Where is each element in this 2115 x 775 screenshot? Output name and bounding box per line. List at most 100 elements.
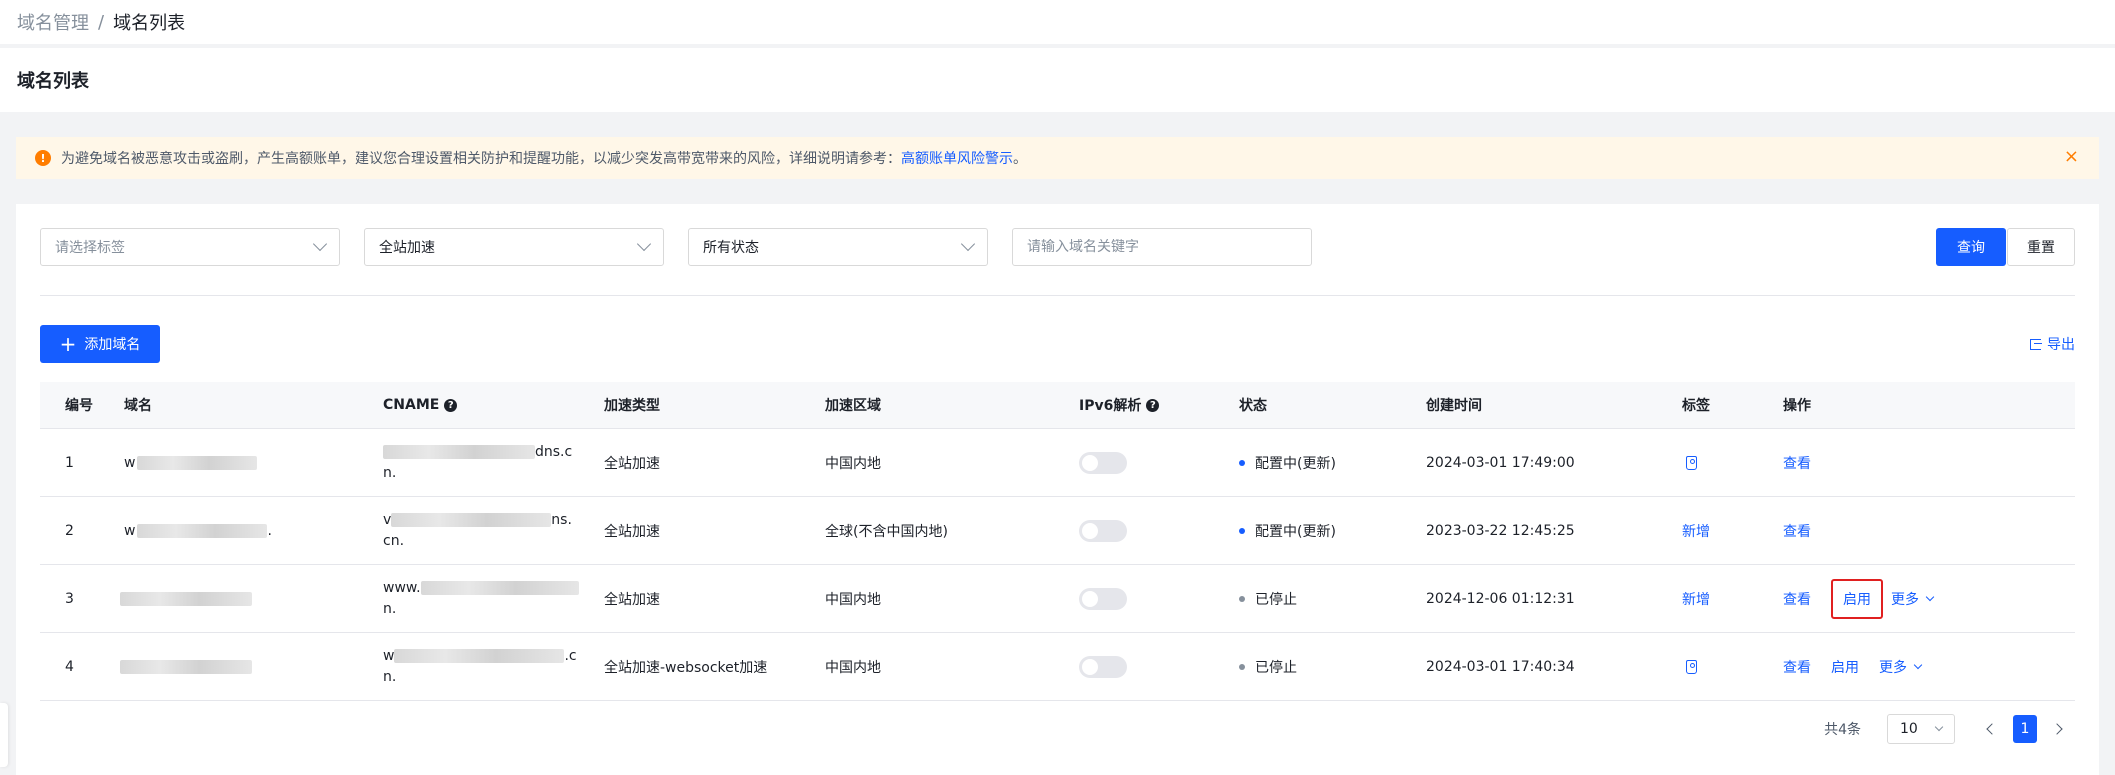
- ipv6-cell: [1079, 429, 1127, 496]
- column-header-cname: CNAME ?: [383, 382, 458, 428]
- redacted-text: [137, 455, 258, 470]
- tag-icon[interactable]: [1686, 659, 1697, 674]
- page-size-select[interactable]: 10: [1887, 714, 1955, 744]
- next-page-icon[interactable]: [2050, 720, 2068, 738]
- tag-cell: [1686, 429, 1697, 496]
- actions-cell: 查看: [1783, 429, 1811, 496]
- accel-type-cell: 全站加速-websocket加速: [604, 659, 768, 676]
- filter-bar: 请选择标签 全站加速 所有状态 查询 重置: [40, 228, 2075, 266]
- domain-text: w: [124, 522, 136, 539]
- domain-cell[interactable]: [120, 565, 252, 632]
- view-link[interactable]: 查看: [1783, 453, 1811, 473]
- cname-line: v ns.: [383, 510, 572, 531]
- domain-cell[interactable]: [120, 633, 252, 700]
- enable-link[interactable]: 启用: [1831, 578, 1883, 619]
- cname-cell: www. n.: [383, 565, 579, 632]
- redacted-text: [137, 523, 268, 538]
- domain-text: .: [267, 522, 272, 539]
- chevron-down-icon: [1913, 660, 1923, 669]
- cname-text: ns.: [551, 511, 572, 528]
- ipv6-toggle[interactable]: [1079, 519, 1127, 542]
- ipv6-toggle[interactable]: [1079, 655, 1127, 678]
- column-header-tag: 标签: [1682, 398, 1710, 414]
- tag-cell: [1686, 633, 1697, 700]
- breadcrumb-current: 域名列表: [113, 13, 186, 34]
- redacted-text: [383, 444, 535, 459]
- table-row: 4 w .c n. 全站加速-websocket加速 中国内地 已停止 2024-…: [40, 633, 2075, 701]
- chevron-down-icon: [960, 236, 976, 252]
- action-group: 查看 启用 更多: [1783, 578, 1935, 619]
- accel-type-select[interactable]: 全站加速: [364, 228, 664, 266]
- domain-cell[interactable]: w: [124, 429, 258, 496]
- column-header-id: 编号: [65, 398, 93, 414]
- chevron-down-icon: [636, 236, 652, 252]
- cname-text: w: [383, 647, 395, 664]
- alert-risk-link[interactable]: 高额账单风险警示: [901, 148, 1013, 168]
- status-dot: [1239, 663, 1245, 670]
- region-cell: 中国内地: [825, 455, 881, 472]
- redacted-text: [120, 659, 252, 674]
- table-header: 编号 域名 CNAME ? 加速类型 加速区域 IPv6解析 ? 状态 创建时间…: [40, 382, 2075, 429]
- region-cell: 中国内地: [825, 659, 881, 676]
- region-cell: 中国内地: [825, 591, 881, 608]
- ipv6-header-label: IPv6解析: [1079, 398, 1142, 414]
- status-select[interactable]: 所有状态: [688, 228, 988, 266]
- page-number-current[interactable]: 1: [2013, 715, 2037, 743]
- ipv6-cell: [1079, 633, 1127, 700]
- add-domain-button[interactable]: + 添加域名: [40, 325, 160, 363]
- column-header-status: 状态: [1239, 398, 1267, 414]
- row-id: 2: [65, 522, 74, 539]
- tag-icon[interactable]: [1686, 455, 1697, 470]
- breadcrumb: 域名管理 / 域名列表: [0, 0, 2115, 44]
- status-text: 已停止: [1255, 659, 1297, 676]
- accel-type-cell: 全站加速: [604, 523, 660, 540]
- cname-cell: v ns. cn.: [383, 497, 572, 564]
- add-tag-link[interactable]: 新增: [1682, 521, 1710, 541]
- status-cell: 配置中(更新): [1239, 497, 1336, 564]
- domain-keyword-field[interactable]: [1027, 239, 1311, 255]
- add-tag-link[interactable]: 新增: [1682, 589, 1710, 609]
- breadcrumb-parent-link[interactable]: 域名管理: [17, 9, 89, 35]
- alert-suffix: 。: [1013, 151, 1027, 167]
- prev-page-icon[interactable]: [1982, 720, 2000, 738]
- cname-line: www.: [383, 578, 579, 599]
- help-icon[interactable]: ?: [444, 398, 458, 412]
- domain-keyword-input[interactable]: [1012, 228, 1312, 266]
- row-id: 4: [65, 658, 74, 675]
- breadcrumb-separator: /: [98, 11, 105, 33]
- cname-line: cn.: [383, 532, 405, 549]
- enable-link[interactable]: 启用: [1831, 657, 1859, 677]
- actions-cell: 查看 启用 更多: [1783, 633, 1923, 700]
- view-link[interactable]: 查看: [1783, 589, 1811, 609]
- export-button[interactable]: 导出: [2030, 334, 2075, 354]
- cname-text: dns.c: [535, 443, 573, 460]
- ipv6-toggle[interactable]: [1079, 587, 1127, 610]
- tag-cell: 新增: [1682, 497, 1710, 564]
- actions-cell: 查看: [1783, 497, 1811, 564]
- accel-type-value: 全站加速: [379, 240, 435, 256]
- created-time-cell: 2024-03-01 17:40:34: [1426, 658, 1575, 675]
- tag-select[interactable]: 请选择标签: [40, 228, 340, 266]
- side-collapse-handle[interactable]: [0, 703, 8, 767]
- add-domain-label: 添加域名: [84, 337, 141, 353]
- help-icon[interactable]: ?: [1146, 398, 1160, 412]
- domain-cell[interactable]: w .: [124, 497, 272, 564]
- status-cell: 配置中(更新): [1239, 429, 1336, 496]
- close-icon[interactable]: ×: [2064, 148, 2079, 166]
- domain-table: 编号 域名 CNAME ? 加速类型 加速区域 IPv6解析 ? 状态 创建时间…: [40, 382, 2075, 701]
- cname-text: v: [383, 511, 392, 528]
- accel-type-cell: 全站加速: [604, 591, 660, 608]
- more-dropdown[interactable]: 更多: [1879, 657, 1923, 677]
- total-count: 共4条: [1824, 722, 1861, 738]
- status-cell: 已停止: [1239, 633, 1297, 700]
- reset-button[interactable]: 重置: [2007, 228, 2075, 266]
- more-dropdown[interactable]: 更多: [1891, 589, 1935, 609]
- action-group: 查看 启用 更多: [1783, 657, 1923, 677]
- ipv6-toggle[interactable]: [1079, 451, 1127, 474]
- column-header-ipv6: IPv6解析 ?: [1079, 382, 1160, 428]
- column-header-region: 加速区域: [825, 398, 881, 414]
- search-button[interactable]: 查询: [1936, 228, 2006, 266]
- actions-cell: 查看 启用 更多: [1783, 565, 1935, 632]
- view-link[interactable]: 查看: [1783, 521, 1811, 541]
- view-link[interactable]: 查看: [1783, 657, 1811, 677]
